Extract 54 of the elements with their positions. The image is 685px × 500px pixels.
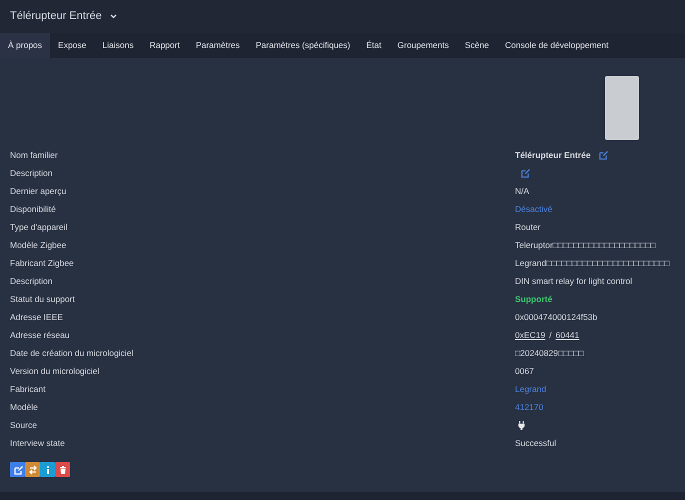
field-label: Type d'appareil [9,220,68,234]
device-photo-placeholder [605,76,639,140]
address-link[interactable]: 0xEC19 [515,328,546,342]
field-value: Successful [515,436,556,450]
tab[interactable]: Paramètres (spécifiques) [248,33,358,58]
field-label: Adresse IEEE [9,310,64,324]
field-label: Disponibilité [9,202,57,216]
field-label: Interview state [9,436,66,450]
edit-button[interactable] [10,462,25,477]
tab[interactable]: Groupements [389,33,457,58]
field-value: □20240829□□□□□ [515,346,584,360]
tab[interactable]: Console de développement [496,33,616,58]
field-value: N/A [515,184,530,198]
tab[interactable]: Paramètres [188,33,248,58]
field-label: Modèle Zigbee [9,238,68,252]
edit-icon[interactable] [521,168,530,178]
delete-button[interactable] [55,462,70,477]
field-value: Legrand□□□□□□□□□□□□□□□□□□□□□□□□ [515,256,670,270]
device-title[interactable]: Télérupteur Entrée [10,8,102,25]
edit-icon [12,464,22,474]
edit-icon[interactable] [598,150,608,160]
rename-button[interactable] [25,462,40,477]
field-value: DIN smart relay for light control [515,274,632,288]
field-label: Fabricant Zigbee [9,256,75,270]
field-label: Modèle [9,400,39,414]
field-label: Statut du support [9,292,76,306]
field-label: Date de création du micrologiciel [9,346,134,360]
field-value: 0067 [515,364,534,378]
field-label: Source [9,418,38,432]
tab[interactable]: Expose [50,33,94,58]
status-value: Supporté [515,292,552,306]
info-button[interactable] [40,462,55,477]
field-label: Version du micrologiciel [9,364,100,378]
tab[interactable]: Liaisons [94,33,142,58]
field-label: Adresse réseau [9,328,71,342]
tab[interactable]: À propos [0,33,50,58]
field-value: 0x000474000124f53b [515,310,598,324]
chevron-down-icon[interactable] [110,14,117,19]
field-label: Description [9,166,54,180]
field-label: Nom familier [9,148,59,162]
address-link[interactable]: 60441 [556,328,580,342]
swap-arrows-icon [28,464,38,474]
trash-icon [58,464,68,474]
separator: / [549,328,552,342]
field-value: Télérupteur Entrée [515,148,591,162]
tab[interactable]: Scène [456,33,497,58]
field-label: Dernier aperçu [9,184,68,198]
tab[interactable]: État [358,33,390,58]
field-label: Description [9,274,54,288]
field-label: Fabricant [9,382,46,396]
tab[interactable]: Rapport [142,33,188,58]
plug-icon [517,420,526,430]
field-value: Router [515,220,541,234]
field-value: Teleruptor□□□□□□□□□□□□□□□□□□□□ [515,238,656,252]
